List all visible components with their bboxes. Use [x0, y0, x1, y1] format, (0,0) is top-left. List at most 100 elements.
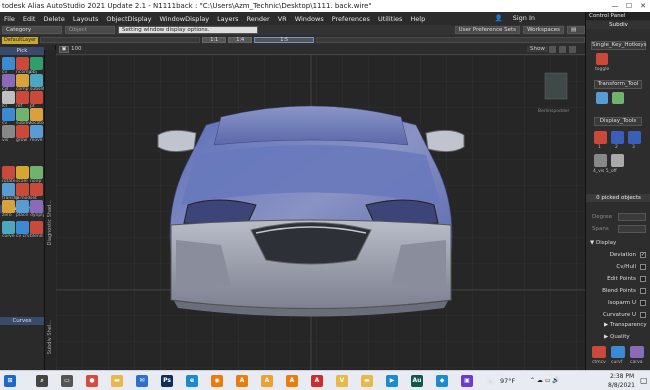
tool-ref-icon[interactable] — [16, 91, 29, 104]
tool-subdiv-icon[interactable] — [16, 108, 29, 121]
taskbar-alias1-icon[interactable]: A — [236, 375, 248, 387]
taskbar-app3-icon[interactable]: ▣ — [461, 375, 473, 387]
palette-section-curves[interactable]: Curves — [0, 317, 44, 325]
notification-icon[interactable]: ▢ — [640, 376, 648, 385]
seg-2[interactable]: 1:4 — [228, 37, 253, 43]
option-edit-points[interactable]: Edit Points — [592, 274, 648, 284]
transform-tool-icon-2[interactable] — [612, 92, 624, 104]
tool-place-icon[interactable] — [16, 200, 29, 213]
display-tool-icon-3[interactable] — [628, 131, 641, 144]
tool-grow-icon[interactable] — [16, 125, 29, 138]
user-preference-sets-dropdown[interactable]: User Preference Sets — [454, 26, 521, 34]
weather-icon[interactable]: ☀ — [485, 375, 496, 389]
tool-pt-icon[interactable] — [30, 91, 43, 104]
tool-comp-icon[interactable] — [16, 74, 29, 87]
camera-icon[interactable]: ▣ — [59, 46, 69, 53]
menu-edit[interactable]: Edit — [19, 15, 40, 23]
tool-zero-icon[interactable] — [2, 200, 15, 213]
display-tool-icon-2[interactable] — [611, 131, 624, 144]
workspaces-dropdown[interactable]: Workspaces — [523, 26, 564, 34]
ctmcv-icon[interactable] — [592, 346, 606, 358]
tool-cv-icon[interactable] — [2, 57, 15, 70]
spans-field[interactable] — [618, 225, 646, 233]
menu-windows[interactable]: Windows — [291, 15, 328, 23]
show-button[interactable]: Show — [527, 46, 548, 52]
taskbar-blender-icon[interactable]: ◉ — [211, 375, 223, 387]
taskbar-alias2-icon[interactable]: A — [261, 375, 273, 387]
menu-utilities[interactable]: Utilities — [374, 15, 406, 23]
menu-layouts[interactable]: Layouts — [69, 15, 102, 23]
carva-icon[interactable] — [630, 346, 644, 358]
tool-cyl-icon[interactable] — [2, 74, 15, 87]
tool-vis-icon[interactable] — [2, 125, 15, 138]
menu-delete[interactable]: Delete — [39, 15, 68, 23]
taskbar-explorer-icon[interactable]: ▬ — [111, 375, 123, 387]
degree-field[interactable] — [618, 213, 646, 221]
object-dropdown[interactable]: Object — [65, 26, 115, 34]
tool-curve-icon[interactable] — [2, 221, 15, 234]
curvf-icon[interactable] — [611, 346, 625, 358]
clock-time[interactable]: 2:38 PM — [610, 373, 634, 380]
display-section[interactable]: ▼ Display — [590, 238, 646, 248]
tool-locator-icon[interactable] — [30, 108, 43, 121]
menu-objectdisplay[interactable]: ObjectDisplay — [102, 15, 155, 23]
menu-help[interactable]: Help — [406, 15, 429, 23]
display-tool-icon-1[interactable] — [594, 131, 607, 144]
shelf-tab-transform-tool[interactable]: Transform_Tool — [594, 80, 642, 89]
sign-in-link[interactable]: 👤 Sign In — [487, 14, 543, 22]
option-checkbox[interactable] — [640, 264, 646, 270]
weather-temp[interactable]: 97°F — [500, 377, 515, 385]
shelf-label-subdiv[interactable]: Subdiv Shel... — [47, 320, 53, 354]
option-cv-hull[interactable]: Cv/Hull — [592, 262, 648, 272]
layer-name[interactable]: DefaultLayer — [2, 36, 39, 44]
tool-scale-icon[interactable] — [16, 166, 29, 179]
shelf-tab-display-tools[interactable]: Display_Tools — [594, 117, 642, 126]
taskbar-taskview-icon[interactable]: ▭ — [61, 375, 73, 387]
viewport-canvas[interactable]: Berlinspodder — [56, 55, 585, 370]
tool-move-icon[interactable] — [30, 125, 43, 138]
taskbar-search-icon[interactable]: ⌕ — [36, 375, 48, 387]
display-tool-icon-5[interactable] — [611, 154, 624, 167]
option-checkbox[interactable] — [640, 288, 646, 294]
menu-preferences[interactable]: Preferences — [328, 15, 374, 23]
taskbar-mail-icon[interactable]: ✉ — [136, 375, 148, 387]
tool-set-icon[interactable] — [30, 183, 43, 196]
option-blend-points[interactable]: Blend Points — [592, 286, 648, 296]
tool-cv-icon[interactable] — [2, 108, 15, 121]
tool-rotate-icon[interactable] — [2, 166, 15, 179]
tool-ncomp-icon[interactable] — [16, 57, 29, 70]
viewport-option-icon-2[interactable] — [559, 46, 566, 53]
transform-tool-icon-1[interactable] — [596, 92, 608, 104]
taskbar-alias3-icon[interactable]: A — [286, 375, 298, 387]
taskbar-media-icon[interactable]: ▶ — [386, 375, 398, 387]
option-checkbox[interactable]: ✓ — [640, 252, 646, 258]
car-model[interactable] — [157, 105, 465, 317]
option-checkbox[interactable] — [640, 312, 646, 318]
taskbar-chrome-icon[interactable]: ● — [86, 375, 98, 387]
taskbar-edge-icon[interactable]: e — [186, 375, 198, 387]
taskbar-files-icon[interactable]: ▬ — [361, 375, 373, 387]
menu-render[interactable]: Render — [243, 15, 274, 23]
option-checkbox[interactable] — [640, 276, 646, 282]
tool-nonp-icon[interactable] — [30, 166, 43, 179]
viewport-option-icon-1[interactable] — [549, 46, 556, 53]
category-dropdown[interactable]: Category — [2, 26, 62, 34]
seg-3[interactable]: 1:5 — [254, 37, 315, 43]
menu-vr[interactable]: VR — [274, 15, 291, 23]
maximize-button[interactable]: ☐ — [622, 0, 636, 12]
tool-lcl-icon[interactable] — [2, 91, 15, 104]
view-cube-icon[interactable] — [544, 72, 568, 100]
menu-windowdisplay[interactable]: WindowDisplay — [155, 15, 213, 23]
perspective-viewport[interactable]: ▣ 100 Show Berlinspodder — [56, 45, 585, 370]
close-button[interactable]: ✕ — [636, 0, 650, 12]
seg-1[interactable]: 1:1 — [202, 37, 227, 43]
tool-p-mod-icon[interactable] — [16, 183, 29, 196]
shelf-tab-single-key-hotkeys[interactable]: Single_Key_Hotkeys — [591, 41, 647, 50]
palette-section-pick[interactable]: Pick — [0, 47, 44, 55]
windows-start-icon[interactable]: ⊞ — [4, 375, 16, 387]
tool-transfm-icon[interactable] — [2, 183, 15, 196]
tool-cv-crv-icon[interactable] — [16, 221, 29, 234]
minimize-button[interactable]: — — [608, 0, 622, 12]
option-curvature-u[interactable]: Curvature U — [592, 310, 648, 320]
taskbar-app2-icon[interactable]: ◆ — [436, 375, 448, 387]
